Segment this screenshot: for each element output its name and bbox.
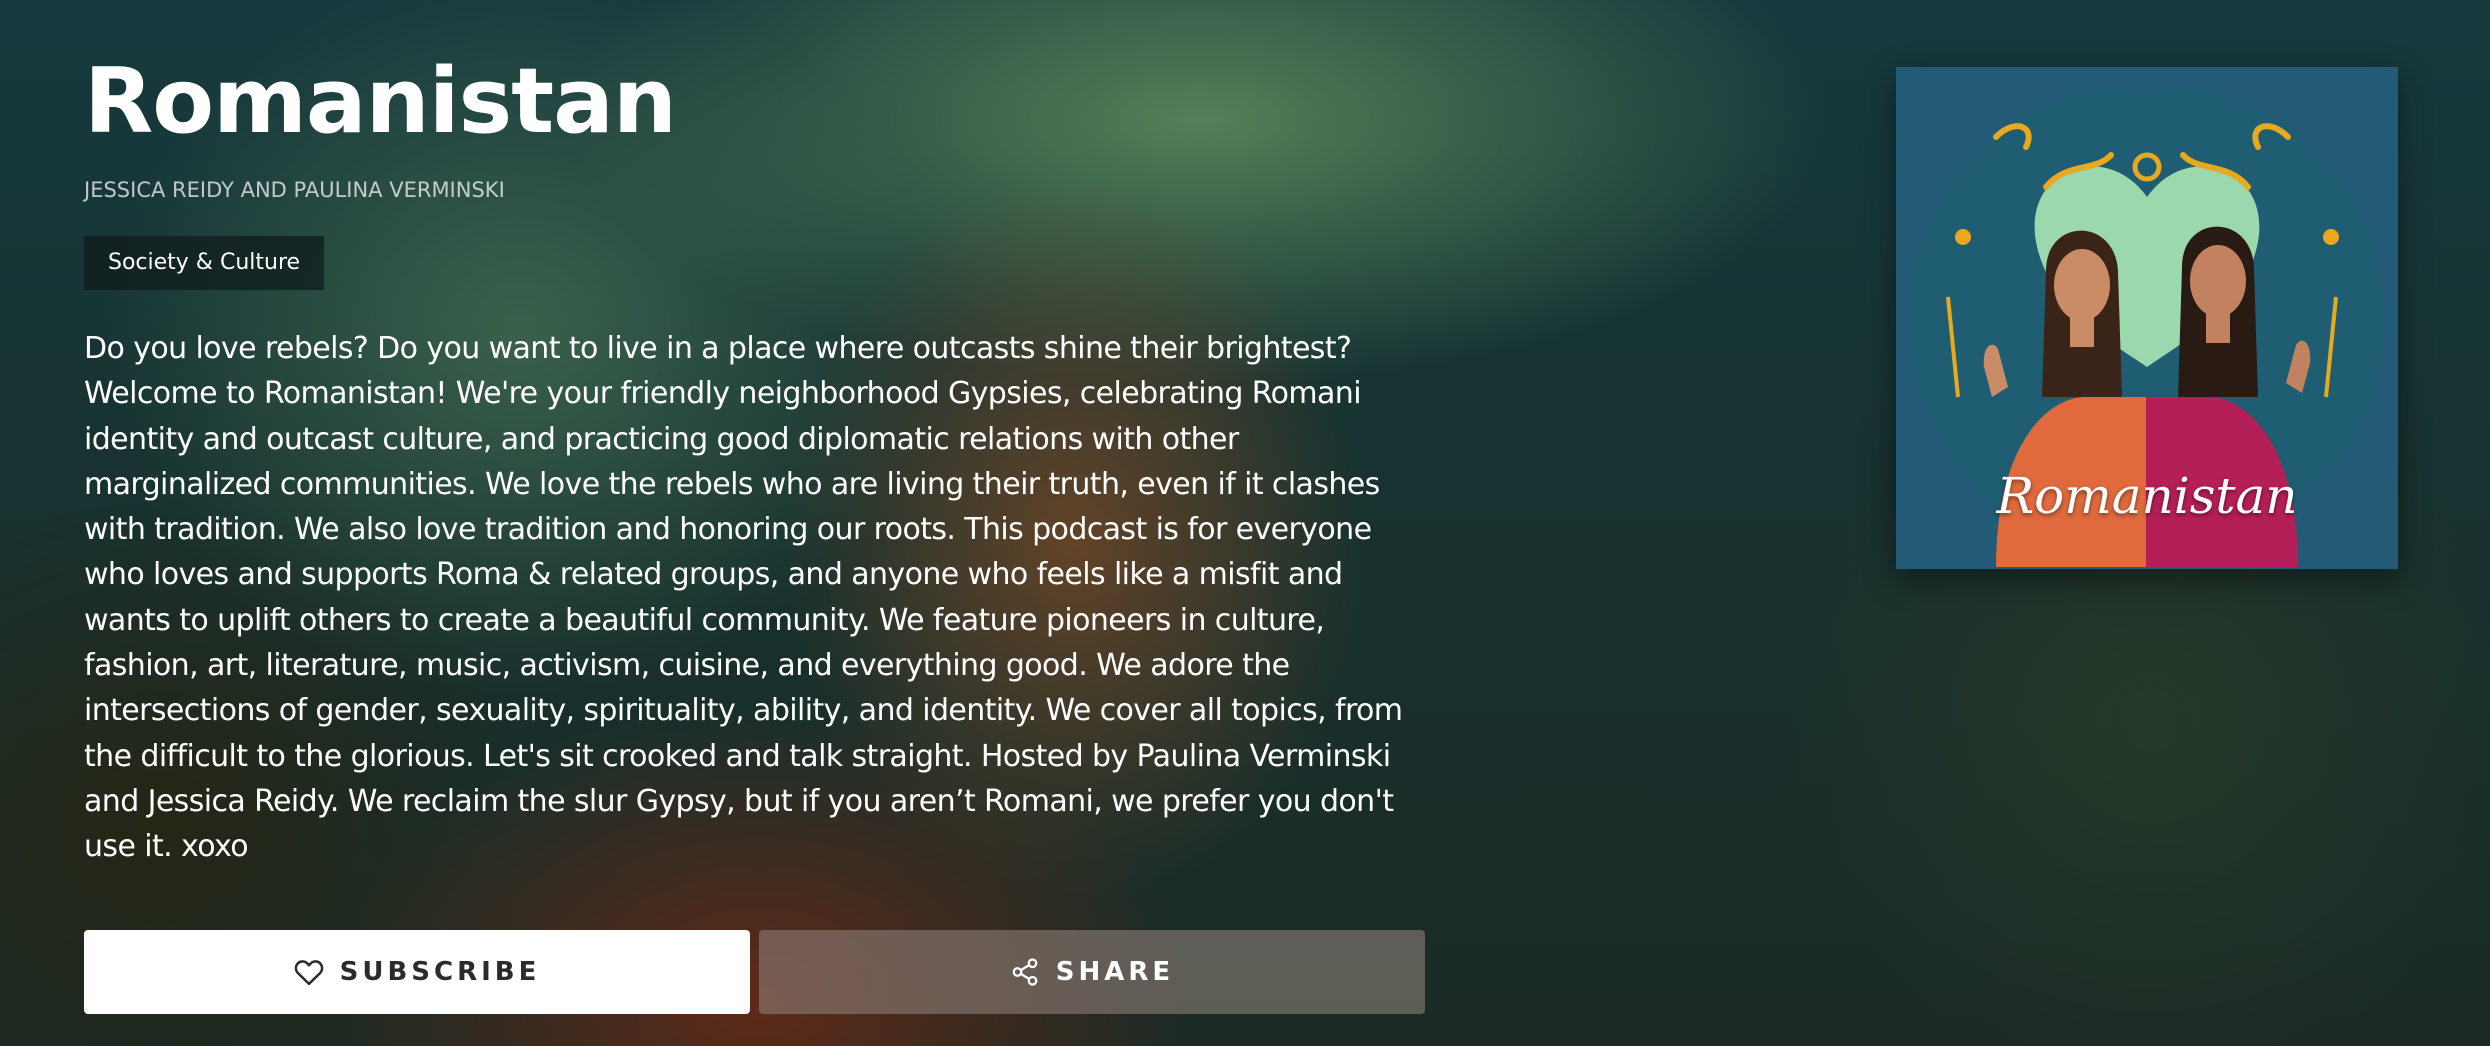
podcast-cover-art: Romanistan [1896, 67, 2398, 569]
share-button[interactable]: SHARE [759, 930, 1425, 1014]
category-tag[interactable]: Society & Culture [84, 236, 325, 290]
subscribe-label: SUBSCRIBE [339, 957, 541, 987]
share-nodes-icon [1010, 957, 1040, 987]
podcast-authors[interactable]: JESSICA REIDY AND PAULINA VERMINSKI [84, 178, 505, 202]
subscribe-button[interactable]: SUBSCRIBE [84, 930, 750, 1014]
heart-outline-icon [294, 958, 324, 986]
share-label: SHARE [1055, 957, 1175, 987]
podcast-title: Romanistan [84, 49, 677, 154]
cover-wordmark: Romanistan [1996, 467, 2298, 525]
podcast-description: Do you love rebels? Do you want to live … [84, 331, 1403, 865]
